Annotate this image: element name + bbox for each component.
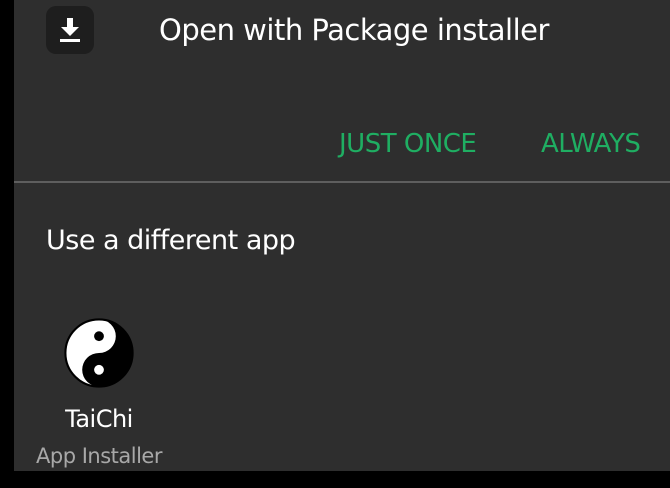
app-name: TaiChi [65,405,133,433]
section-title: Use a different app [46,225,296,256]
app-subtitle: App Installer [36,444,162,468]
just-once-button[interactable]: JUST ONCE [339,126,477,162]
package-installer-app-icon [46,6,94,54]
app-item-taichi[interactable]: TaiChi App Installer [36,310,162,471]
download-icon [60,18,80,42]
dialog-title: Open with Package installer [159,13,549,47]
open-with-sheet: Open with Package installer JUST ONCE AL… [14,0,670,471]
divider [14,181,670,183]
yin-yang-icon [64,318,134,388]
always-button[interactable]: ALWAYS [541,126,641,162]
